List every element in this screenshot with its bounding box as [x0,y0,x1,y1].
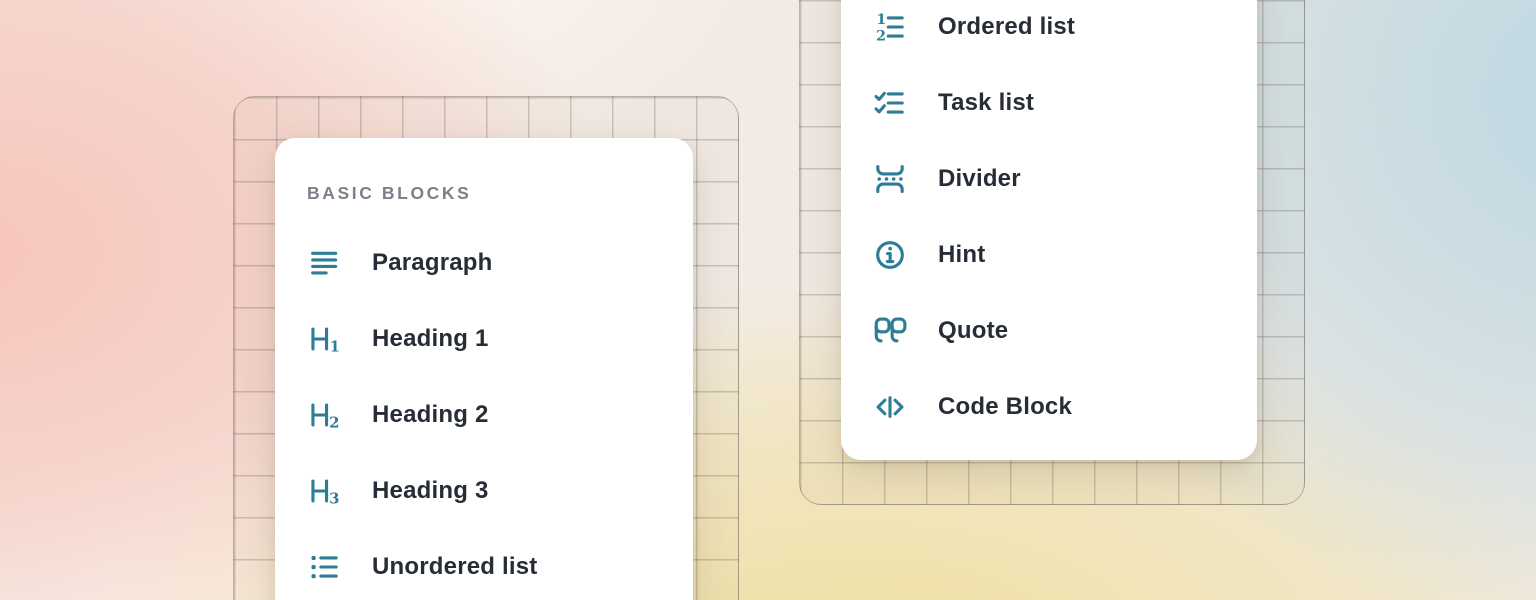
more-blocks-list: 12 Ordered list Task list Divider Hint Q… [873,0,1229,445]
hint-icon [873,238,907,272]
more-blocks-menu: 12 Ordered list Task list Divider Hint Q… [841,0,1257,460]
code-block-icon [873,390,907,424]
menu-item-label: Paragraph [372,249,493,277]
menu-item-label: Divider [938,165,1021,193]
menu-item[interactable]: Unordered list [307,529,665,600]
menu-item-label: Ordered list [938,13,1075,41]
menu-item-label: Heading 2 [372,401,489,429]
unordered-list-icon [307,550,341,584]
menu-item[interactable]: 3 Heading 3 [307,453,665,529]
heading-2-icon: 2 [307,398,341,432]
svg-text:1: 1 [876,12,886,28]
menu-item[interactable]: 12 Ordered list [873,0,1229,65]
menu-item[interactable]: Divider [873,141,1229,217]
ordered-list-icon: 12 [873,10,907,44]
svg-text:2: 2 [876,28,886,44]
heading-1-icon: 1 [307,322,341,356]
menu-item-label: Hint [938,241,985,269]
menu-item[interactable]: Task list [873,65,1229,141]
menu-item-label: Heading 1 [372,325,489,353]
menu-item[interactable]: Hint [873,217,1229,293]
menu-item-label: Quote [938,317,1008,345]
menu-item-label: Unordered list [372,553,538,581]
menu-item[interactable]: 2 Heading 2 [307,377,665,453]
task-list-icon [873,86,907,120]
menu-item[interactable]: Quote [873,293,1229,369]
paragraph-icon [307,246,341,280]
menu-item-label: Task list [938,89,1034,117]
menu-item[interactable]: Paragraph [307,225,665,301]
svg-text:1: 1 [330,337,340,355]
section-title: BASIC BLOCKS [307,182,665,204]
editor-blocks-hero: BASIC BLOCKS Paragraph 1 Heading 1 2 Hea… [0,0,1536,600]
heading-3-icon: 3 [307,474,341,508]
svg-text:2: 2 [329,413,339,431]
menu-item-label: Heading 3 [372,477,489,505]
svg-text:3: 3 [329,489,339,507]
divider-icon [873,162,907,196]
basic-blocks-list: Paragraph 1 Heading 1 2 Heading 2 3 Head… [307,225,665,600]
quote-icon [873,314,907,348]
menu-item-label: Code Block [938,393,1072,421]
basic-blocks-menu: BASIC BLOCKS Paragraph 1 Heading 1 2 Hea… [275,138,693,600]
menu-item[interactable]: Code Block [873,369,1229,445]
menu-item[interactable]: 1 Heading 1 [307,301,665,377]
